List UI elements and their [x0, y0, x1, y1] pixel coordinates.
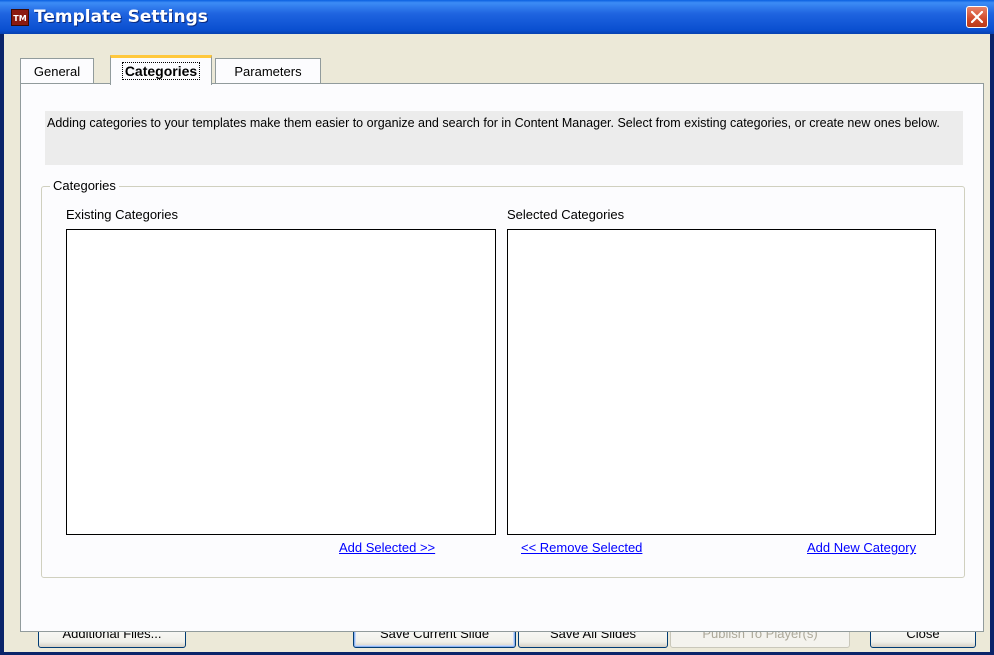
description-text: Adding categories to your templates make… [45, 111, 963, 165]
categories-groupbox: Categories Existing Categories Selected … [41, 178, 965, 578]
close-window-button[interactable] [966, 6, 988, 28]
tab-categories-label: Categories [121, 62, 201, 80]
existing-categories-label: Existing Categories [66, 207, 178, 222]
selected-categories-label: Selected Categories [507, 207, 625, 222]
tab-parameters[interactable]: Parameters [215, 58, 321, 84]
selected-categories-listbox[interactable] [507, 229, 936, 535]
categories-group-label: Categories [50, 178, 119, 193]
title-bar[interactable]: TM Template Settings [0, 0, 994, 34]
remove-selected-link[interactable]: << Remove Selected [521, 540, 642, 555]
tab-general[interactable]: General [20, 58, 94, 84]
close-icon [971, 11, 983, 23]
add-new-category-link[interactable]: Add New Category [807, 540, 916, 555]
app-icon: TM [11, 9, 29, 26]
dialog-body: General Categories Parameters Adding cat… [4, 34, 990, 652]
categories-tab-panel: Adding categories to your templates make… [20, 83, 984, 632]
tab-general-label: General [33, 64, 81, 79]
add-selected-link[interactable]: Add Selected >> [339, 540, 435, 555]
existing-categories-listbox[interactable] [66, 229, 496, 535]
template-settings-window: TM Template Settings General Categories … [0, 0, 994, 655]
window-title: Template Settings [34, 7, 208, 27]
tab-categories[interactable]: Categories [110, 55, 212, 85]
tab-parameters-label: Parameters [234, 64, 302, 79]
